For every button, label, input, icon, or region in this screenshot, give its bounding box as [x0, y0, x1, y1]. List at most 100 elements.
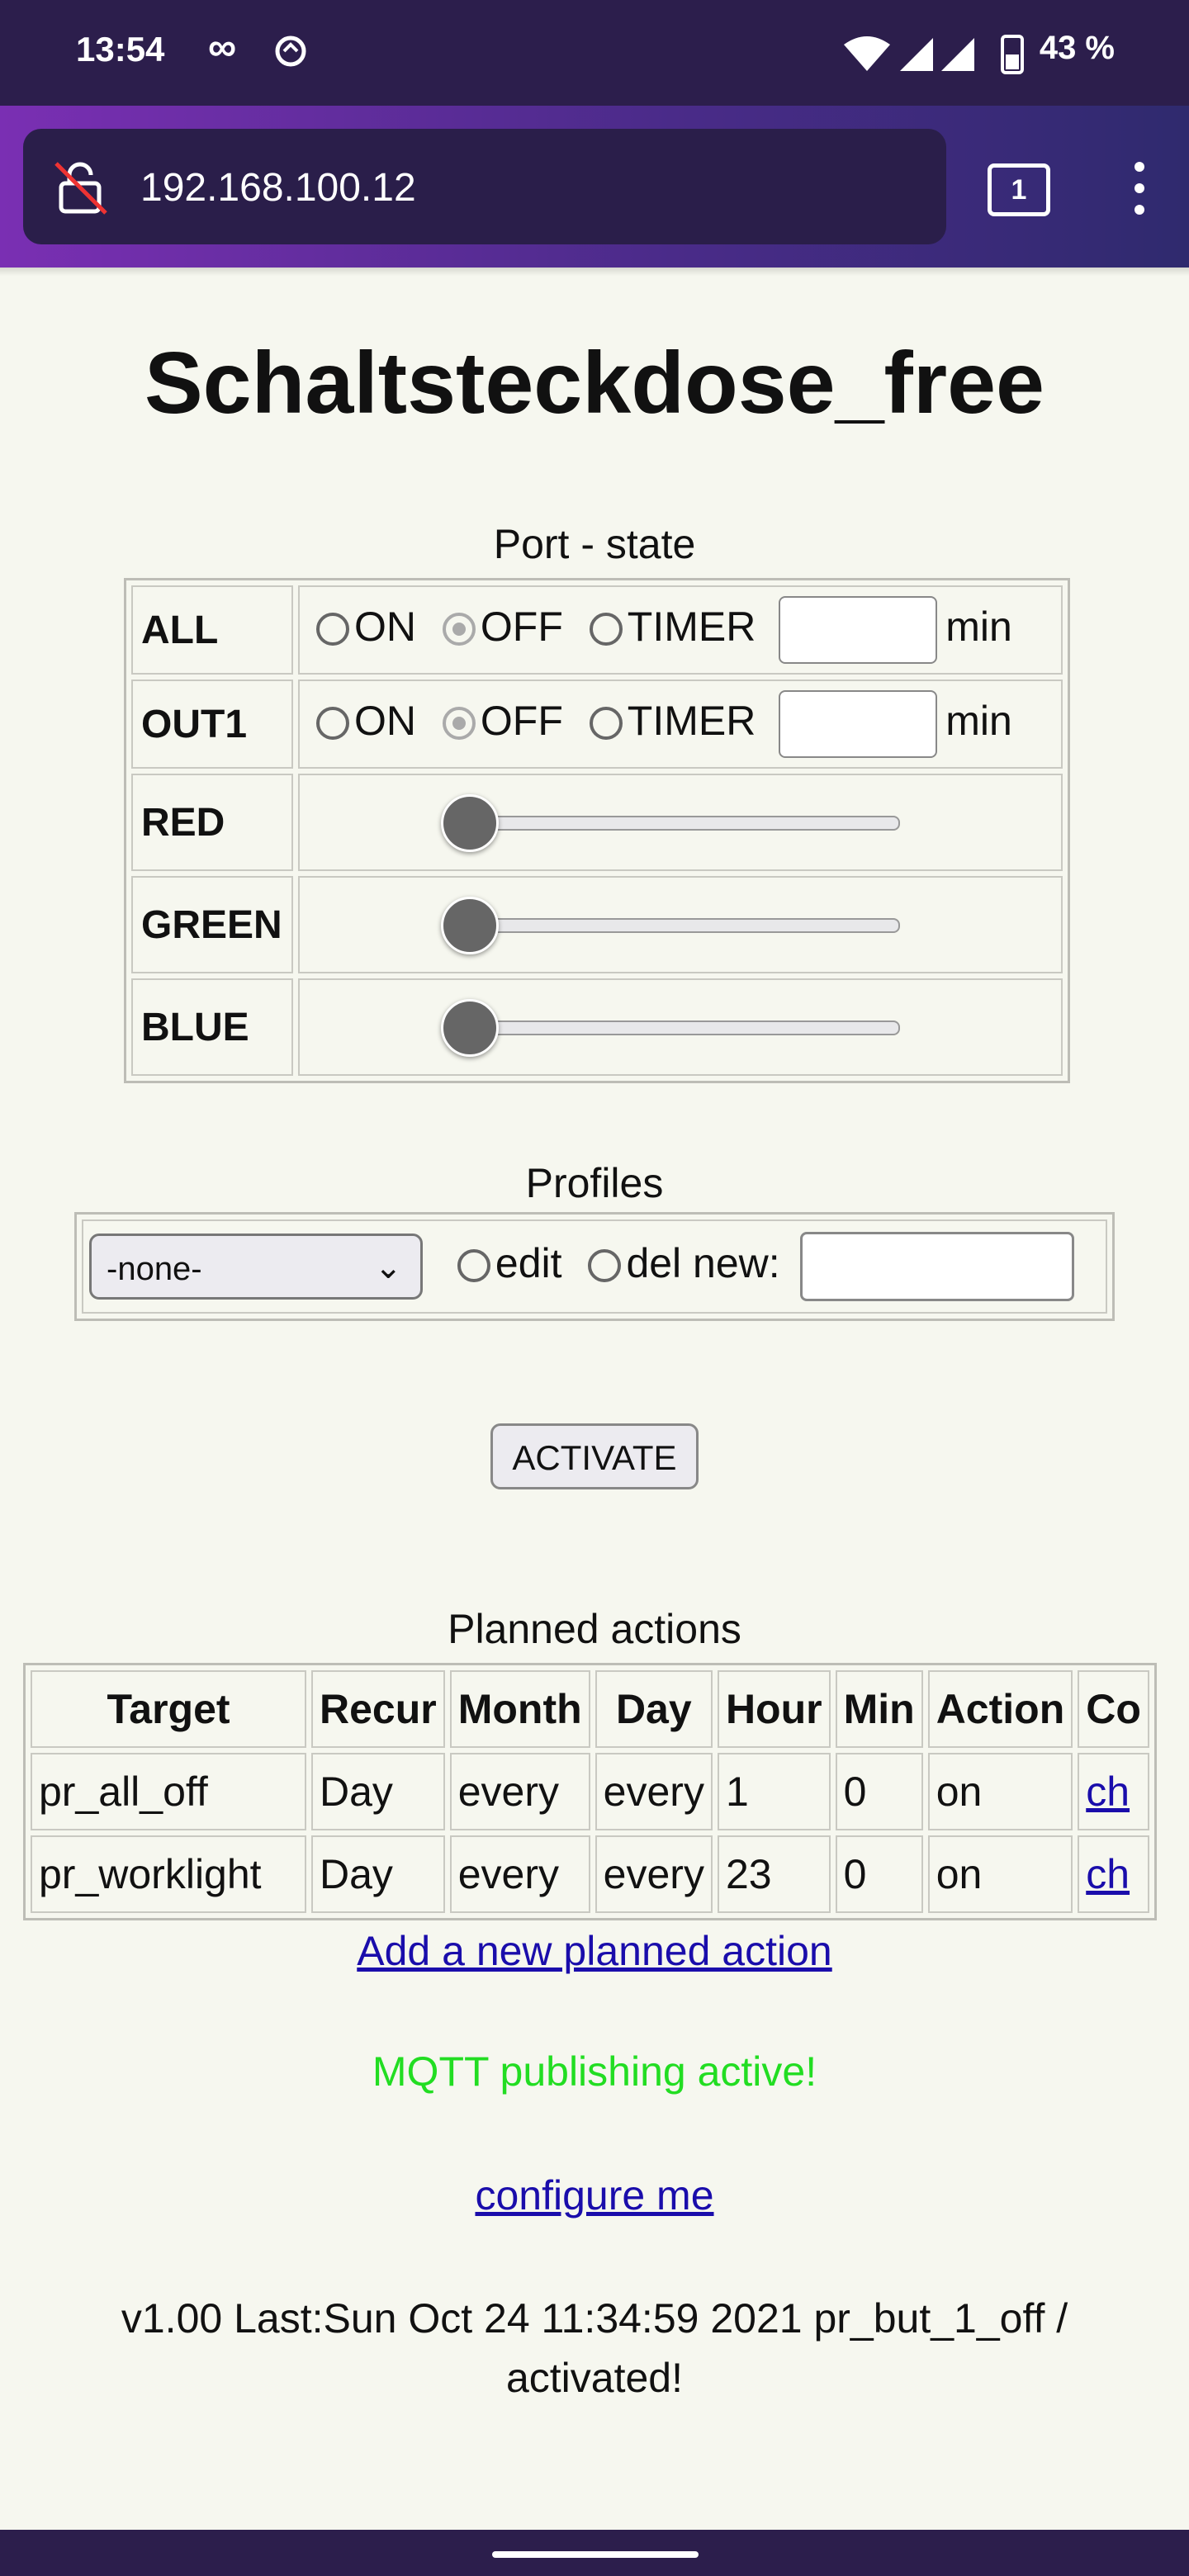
slider-cell — [298, 774, 1063, 871]
column-header: Recur — [311, 1670, 445, 1748]
wifi-icon — [844, 36, 890, 71]
edit-radio[interactable] — [457, 1249, 490, 1283]
change-cell: ch — [1078, 1753, 1149, 1830]
timer-radio[interactable] — [589, 707, 623, 741]
del-radio[interactable] — [588, 1249, 622, 1283]
sync-icon — [275, 36, 306, 67]
footer-line: activated! — [505, 2355, 683, 2401]
timer-label: TIMER — [627, 604, 756, 651]
port-caption: Port - state — [493, 521, 696, 567]
port-label: ALL — [131, 585, 293, 675]
profiles-caption: Profiles — [525, 1160, 664, 1206]
port-row: OUT1 ON OFF TIMER min — [131, 680, 1063, 769]
blue-slider[interactable] — [301, 981, 1060, 1073]
port-label: OUT1 — [131, 680, 293, 769]
new-profile-input[interactable] — [799, 1232, 1074, 1301]
home-gesture-handle[interactable] — [492, 2551, 699, 2558]
activate-button[interactable]: ACTIVATE — [490, 1423, 699, 1489]
month-cell: every — [449, 1753, 590, 1830]
overflow-menu-icon[interactable] — [1135, 162, 1144, 226]
month-cell: every — [449, 1835, 590, 1913]
action-cell: on — [927, 1835, 1073, 1913]
timer-minutes-input[interactable] — [779, 596, 938, 664]
off-radio[interactable] — [442, 707, 476, 741]
status-bar: 13:54 ∞ 43 % — [0, 0, 1189, 106]
table-row: pr_all_off Day every every 1 0 on ch — [31, 1753, 1149, 1830]
slider-label: BLUE — [131, 978, 293, 1076]
table-row: pr_worklight Day every every 23 0 on ch — [31, 1835, 1149, 1913]
day-cell: every — [594, 1753, 713, 1830]
on-label: ON — [354, 698, 416, 745]
timer-label: TIMER — [627, 698, 756, 745]
on-radio[interactable] — [316, 613, 349, 646]
planned-caption: Planned actions — [448, 1606, 741, 1652]
port-controls: ON OFF TIMER min — [298, 585, 1063, 675]
chevron-down-icon: ⌄ — [374, 1249, 402, 1286]
red-slider[interactable] — [301, 776, 1060, 869]
url-text[interactable]: 192.168.100.12 — [140, 165, 416, 211]
slider-thumb[interactable] — [441, 897, 499, 954]
off-radio[interactable] — [442, 613, 476, 646]
navigation-bar — [0, 2530, 1189, 2576]
column-header: Action — [927, 1670, 1073, 1748]
off-label: OFF — [480, 698, 563, 745]
day-cell: every — [594, 1835, 713, 1913]
min-cell: 0 — [835, 1753, 923, 1830]
target-cell: pr_all_off — [31, 1753, 306, 1830]
add-action-row: Add a new planned action — [0, 1927, 1189, 1975]
unit-label: min — [945, 698, 1012, 745]
edit-label: edit — [495, 1240, 562, 1287]
recur-cell: Day — [311, 1835, 445, 1913]
change-link[interactable]: ch — [1086, 1851, 1130, 1897]
signal-icon — [941, 38, 974, 71]
port-controls: ON OFF TIMER min — [298, 680, 1063, 769]
hour-cell: 1 — [717, 1753, 831, 1830]
insecure-lock-icon[interactable] — [53, 159, 111, 216]
profile-select[interactable]: -none- ⌄ — [89, 1234, 423, 1300]
url-bar[interactable]: 192.168.100.12 — [23, 129, 946, 244]
column-header: Target — [31, 1670, 306, 1748]
timer-minutes-input[interactable] — [779, 690, 938, 758]
slider-row: GREEN — [131, 876, 1063, 973]
toolbar-shadow — [0, 268, 1189, 276]
mqtt-status: MQTT publishing active! — [372, 2048, 817, 2095]
table-header-row: Target Recur Month Day Hour Min Action C… — [31, 1670, 1149, 1748]
on-label: ON — [354, 604, 416, 651]
port-state-table: ALL ON OFF TIMER min OUT1 ON OFF TIMER m… — [124, 578, 1070, 1083]
configure-row: configure me — [0, 2171, 1189, 2219]
profiles-controls: -none- ⌄ edit del new: — [82, 1219, 1107, 1314]
column-header: Min — [835, 1670, 923, 1748]
recur-cell: Day — [311, 1753, 445, 1830]
green-slider[interactable] — [301, 878, 1060, 971]
change-link[interactable]: ch — [1086, 1769, 1130, 1815]
column-header: Day — [594, 1670, 713, 1748]
configure-link[interactable]: configure me — [475, 2172, 713, 2218]
slider-label: RED — [131, 774, 293, 871]
unit-label: min — [945, 604, 1012, 651]
slider-row: BLUE — [131, 978, 1063, 1076]
connectivity-icons — [844, 35, 1024, 74]
tab-switcher-button[interactable]: 1 — [988, 163, 1050, 216]
off-label: OFF — [480, 604, 563, 651]
signal-icon — [900, 38, 933, 71]
port-row: ALL ON OFF TIMER min — [131, 585, 1063, 675]
page-title: Schaltsteckdose_free — [144, 334, 1045, 432]
browser-toolbar: 192.168.100.12 1 — [0, 106, 1189, 268]
change-cell: ch — [1078, 1835, 1149, 1913]
timer-radio[interactable] — [589, 613, 623, 646]
column-header: Co — [1078, 1670, 1149, 1748]
add-planned-action-link[interactable]: Add a new planned action — [357, 1928, 831, 1974]
profiles-table: -none- ⌄ edit del new: — [74, 1212, 1115, 1321]
slider-thumb[interactable] — [441, 999, 499, 1057]
del-label: del new: — [626, 1240, 780, 1287]
slider-cell — [298, 978, 1063, 1076]
slider-thumb[interactable] — [441, 794, 499, 852]
profile-select-value: -none- — [107, 1251, 202, 1287]
slider-label: GREEN — [131, 876, 293, 973]
infinity-icon: ∞ — [208, 26, 237, 69]
planned-actions-table: Target Recur Month Day Hour Min Action C… — [23, 1663, 1157, 1920]
on-radio[interactable] — [316, 707, 349, 741]
target-cell: pr_worklight — [31, 1835, 306, 1913]
footer-line: v1.00 Last:Sun Oct 24 11:34:59 2021 pr_b… — [121, 2295, 1068, 2342]
slider-cell — [298, 876, 1063, 973]
